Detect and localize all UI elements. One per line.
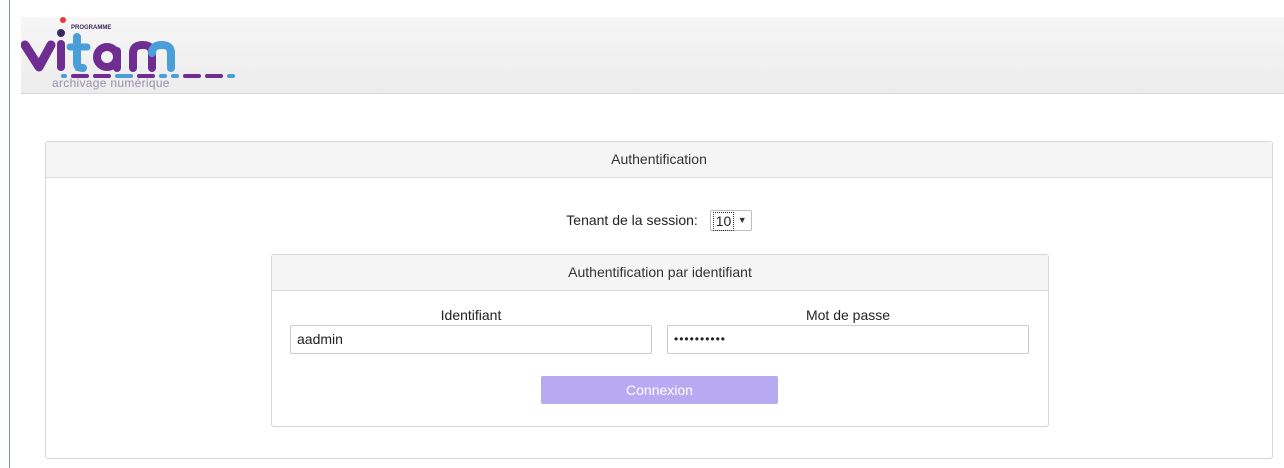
caret-down-icon: ▼	[737, 214, 747, 225]
tenant-select-value: 10	[712, 211, 735, 231]
app-header: PROGRAMME archivage numérique	[20, 17, 1284, 94]
identifier-auth-panel: Authentification par identifiant Identif…	[271, 254, 1049, 427]
window-left-border	[9, 0, 10, 468]
logo-programme-text: PROGRAMME	[71, 25, 111, 31]
vitam-logo: PROGRAMME archivage numérique	[20, 17, 251, 93]
identifiant-input[interactable]: aadmin	[290, 325, 652, 354]
tenant-select[interactable]: 10 ▼	[709, 209, 752, 231]
authentication-panel-title: Authentification	[46, 142, 1272, 178]
identifiant-label: Identifiant	[440, 307, 502, 323]
tenant-row: Tenant de la session: 10 ▼	[46, 206, 1272, 232]
identifier-auth-panel-title: Authentification par identifiant	[272, 255, 1048, 291]
password-input[interactable]: ••••••••••	[667, 325, 1029, 354]
tenant-label: Tenant de la session:	[566, 212, 698, 229]
connexion-button[interactable]: Connexion	[541, 376, 778, 404]
logo-subtitle: archivage numérique	[52, 76, 170, 90]
password-label: Mot de passe	[805, 307, 891, 323]
authentication-panel: Authentification Tenant de la session: 1…	[45, 141, 1273, 459]
